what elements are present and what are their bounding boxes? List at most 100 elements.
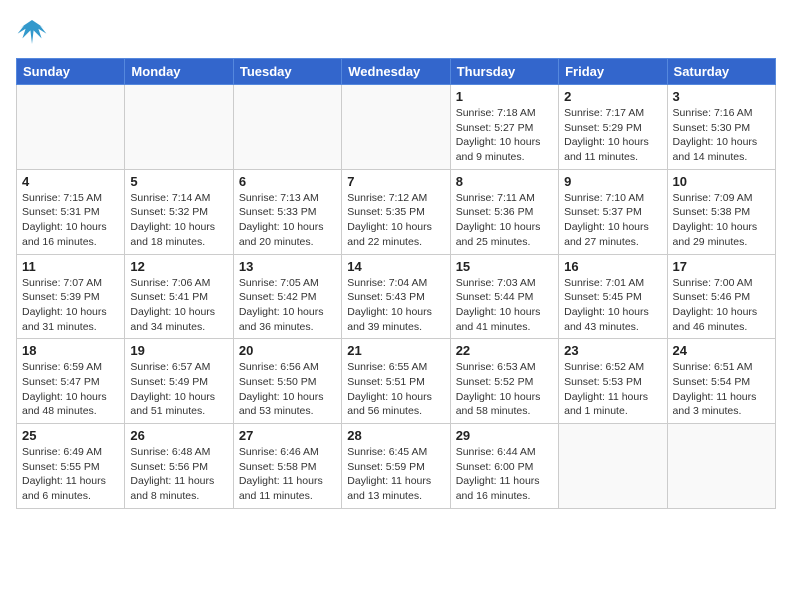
calendar-cell: 20Sunrise: 6:56 AM Sunset: 5:50 PM Dayli… [233,339,341,424]
calendar-cell: 22 Sunrise: 6:53 AM Sunset: 5:52 PM Dayli… [450,339,558,424]
day-number: 24 [673,343,770,358]
day-info: Sunrise: 6:51 AM Sunset: 5:54 PM Dayligh… [673,360,770,419]
calendar-cell: 13 Sunrise: 7:05 AM Sunset: 5:42 PM Dayli… [233,254,341,339]
calendar-cell: 18 Sunrise: 6:59 AM Sunset: 5:47 PM Dayli… [17,339,125,424]
logo-icon [16,16,48,48]
page-header [16,16,776,48]
day-number: 6 [239,174,336,189]
day-number: 12 [130,259,227,274]
day-info: Sunrise: 7:09 AM Sunset: 5:38 PM Dayligh… [673,191,770,250]
calendar-cell: 27 Sunrise: 6:46 AM Sunset: 5:58 PM Dayli… [233,424,341,509]
day-number: 7 [347,174,444,189]
day-number: 17 [673,259,770,274]
day-number: 23 [564,343,661,358]
day-info: Sunrise: 6:57 AM Sunset: 5:49 PM Dayligh… [130,360,227,419]
calendar-cell [667,424,775,509]
day-number: 11 [22,259,119,274]
day-number: 4 [22,174,119,189]
day-info: Sunrise: 7:06 AM Sunset: 5:41 PM Dayligh… [130,276,227,335]
day-number: 26 [130,428,227,443]
day-number: 5 [130,174,227,189]
day-info: Sunrise: 6:59 AM Sunset: 5:47 PM Dayligh… [22,360,119,419]
calendar-cell: 28 Sunrise: 6:45 AM Sunset: 5:59 PM Dayli… [342,424,450,509]
day-info: Sunrise: 7:18 AM Sunset: 5:27 PM Dayligh… [456,106,553,165]
day-header-tuesday: Tuesday [233,59,341,85]
day-number: 15 [456,259,553,274]
day-number: 10 [673,174,770,189]
day-info: Sunrise: 7:00 AM Sunset: 5:46 PM Dayligh… [673,276,770,335]
calendar-week-4: 18 Sunrise: 6:59 AM Sunset: 5:47 PM Dayli… [17,339,776,424]
day-info: Sunrise: 6:52 AM Sunset: 5:53 PM Dayligh… [564,360,661,419]
day-number: 22 [456,343,553,358]
day-info: Sunrise: 7:03 AM Sunset: 5:44 PM Dayligh… [456,276,553,335]
day-info: Sunrise: 6:56 AM Sunset: 5:50 PM Dayligh… [239,360,336,419]
calendar-cell: 25 Sunrise: 6:49 AM Sunset: 5:55 PM Dayli… [17,424,125,509]
day-info: Sunrise: 7:04 AM Sunset: 5:43 PM Dayligh… [347,276,444,335]
day-number: 21 [347,343,444,358]
calendar-week-1: 1 Sunrise: 7:18 AM Sunset: 5:27 PM Daylig… [17,85,776,170]
calendar-cell: 19 Sunrise: 6:57 AM Sunset: 5:49 PM Dayli… [125,339,233,424]
day-info: Sunrise: 7:16 AM Sunset: 5:30 PM Dayligh… [673,106,770,165]
day-info: Sunrise: 7:05 AM Sunset: 5:42 PM Dayligh… [239,276,336,335]
day-info: Sunrise: 7:10 AM Sunset: 5:37 PM Dayligh… [564,191,661,250]
calendar-cell: 6 Sunrise: 7:13 AM Sunset: 5:33 PM Daylig… [233,169,341,254]
calendar-cell: 26 Sunrise: 6:48 AM Sunset: 5:56 PM Dayli… [125,424,233,509]
day-header-monday: Monday [125,59,233,85]
day-number: 18 [22,343,119,358]
calendar-cell: 3 Sunrise: 7:16 AM Sunset: 5:30 PM Daylig… [667,85,775,170]
day-number: 1 [456,89,553,104]
calendar-cell: 5 Sunrise: 7:14 AM Sunset: 5:32 PM Daylig… [125,169,233,254]
calendar-cell: 2 Sunrise: 7:17 AM Sunset: 5:29 PM Daylig… [559,85,667,170]
day-info: Sunrise: 6:49 AM Sunset: 5:55 PM Dayligh… [22,445,119,504]
day-info: Sunrise: 7:13 AM Sunset: 5:33 PM Dayligh… [239,191,336,250]
day-info: Sunrise: 6:45 AM Sunset: 5:59 PM Dayligh… [347,445,444,504]
calendar-cell: 11 Sunrise: 7:07 AM Sunset: 5:39 PM Dayli… [17,254,125,339]
day-header-friday: Friday [559,59,667,85]
day-info: Sunrise: 6:44 AM Sunset: 6:00 PM Dayligh… [456,445,553,504]
day-number: 14 [347,259,444,274]
calendar-cell: 10 Sunrise: 7:09 AM Sunset: 5:38 PM Dayli… [667,169,775,254]
day-header-saturday: Saturday [667,59,775,85]
calendar-cell: 17 Sunrise: 7:00 AM Sunset: 5:46 PM Dayli… [667,254,775,339]
calendar-week-2: 4 Sunrise: 7:15 AM Sunset: 5:31 PM Daylig… [17,169,776,254]
calendar-cell: 23 Sunrise: 6:52 AM Sunset: 5:53 PM Dayli… [559,339,667,424]
calendar-cell: 7Sunrise: 7:12 AM Sunset: 5:35 PM Daylig… [342,169,450,254]
day-number: 9 [564,174,661,189]
day-number: 28 [347,428,444,443]
day-number: 27 [239,428,336,443]
calendar-cell [342,85,450,170]
day-info: Sunrise: 6:48 AM Sunset: 5:56 PM Dayligh… [130,445,227,504]
calendar-cell: 8 Sunrise: 7:11 AM Sunset: 5:36 PM Daylig… [450,169,558,254]
day-header-sunday: Sunday [17,59,125,85]
day-info: Sunrise: 6:46 AM Sunset: 5:58 PM Dayligh… [239,445,336,504]
calendar-cell: 29 Sunrise: 6:44 AM Sunset: 6:00 PM Dayli… [450,424,558,509]
day-info: Sunrise: 6:53 AM Sunset: 5:52 PM Dayligh… [456,360,553,419]
day-header-thursday: Thursday [450,59,558,85]
calendar-cell: 21Sunrise: 6:55 AM Sunset: 5:51 PM Dayli… [342,339,450,424]
calendar-header-row: SundayMondayTuesdayWednesdayThursdayFrid… [17,59,776,85]
day-header-wednesday: Wednesday [342,59,450,85]
day-info: Sunrise: 7:17 AM Sunset: 5:29 PM Dayligh… [564,106,661,165]
day-number: 29 [456,428,553,443]
calendar-table: SundayMondayTuesdayWednesdayThursdayFrid… [16,58,776,509]
calendar-cell [233,85,341,170]
calendar-week-5: 25 Sunrise: 6:49 AM Sunset: 5:55 PM Dayli… [17,424,776,509]
day-number: 19 [130,343,227,358]
day-number: 25 [22,428,119,443]
day-info: Sunrise: 7:11 AM Sunset: 5:36 PM Dayligh… [456,191,553,250]
calendar-cell: 15 Sunrise: 7:03 AM Sunset: 5:44 PM Dayli… [450,254,558,339]
day-number: 2 [564,89,661,104]
day-info: Sunrise: 7:01 AM Sunset: 5:45 PM Dayligh… [564,276,661,335]
calendar-cell: 4 Sunrise: 7:15 AM Sunset: 5:31 PM Daylig… [17,169,125,254]
day-info: Sunrise: 7:15 AM Sunset: 5:31 PM Dayligh… [22,191,119,250]
day-info: Sunrise: 7:07 AM Sunset: 5:39 PM Dayligh… [22,276,119,335]
day-number: 8 [456,174,553,189]
calendar-cell: 24 Sunrise: 6:51 AM Sunset: 5:54 PM Dayli… [667,339,775,424]
calendar-cell [125,85,233,170]
day-number: 3 [673,89,770,104]
day-number: 13 [239,259,336,274]
calendar-week-3: 11 Sunrise: 7:07 AM Sunset: 5:39 PM Dayli… [17,254,776,339]
day-info: Sunrise: 7:14 AM Sunset: 5:32 PM Dayligh… [130,191,227,250]
calendar-cell: 9 Sunrise: 7:10 AM Sunset: 5:37 PM Daylig… [559,169,667,254]
calendar-cell: 16Sunrise: 7:01 AM Sunset: 5:45 PM Dayli… [559,254,667,339]
